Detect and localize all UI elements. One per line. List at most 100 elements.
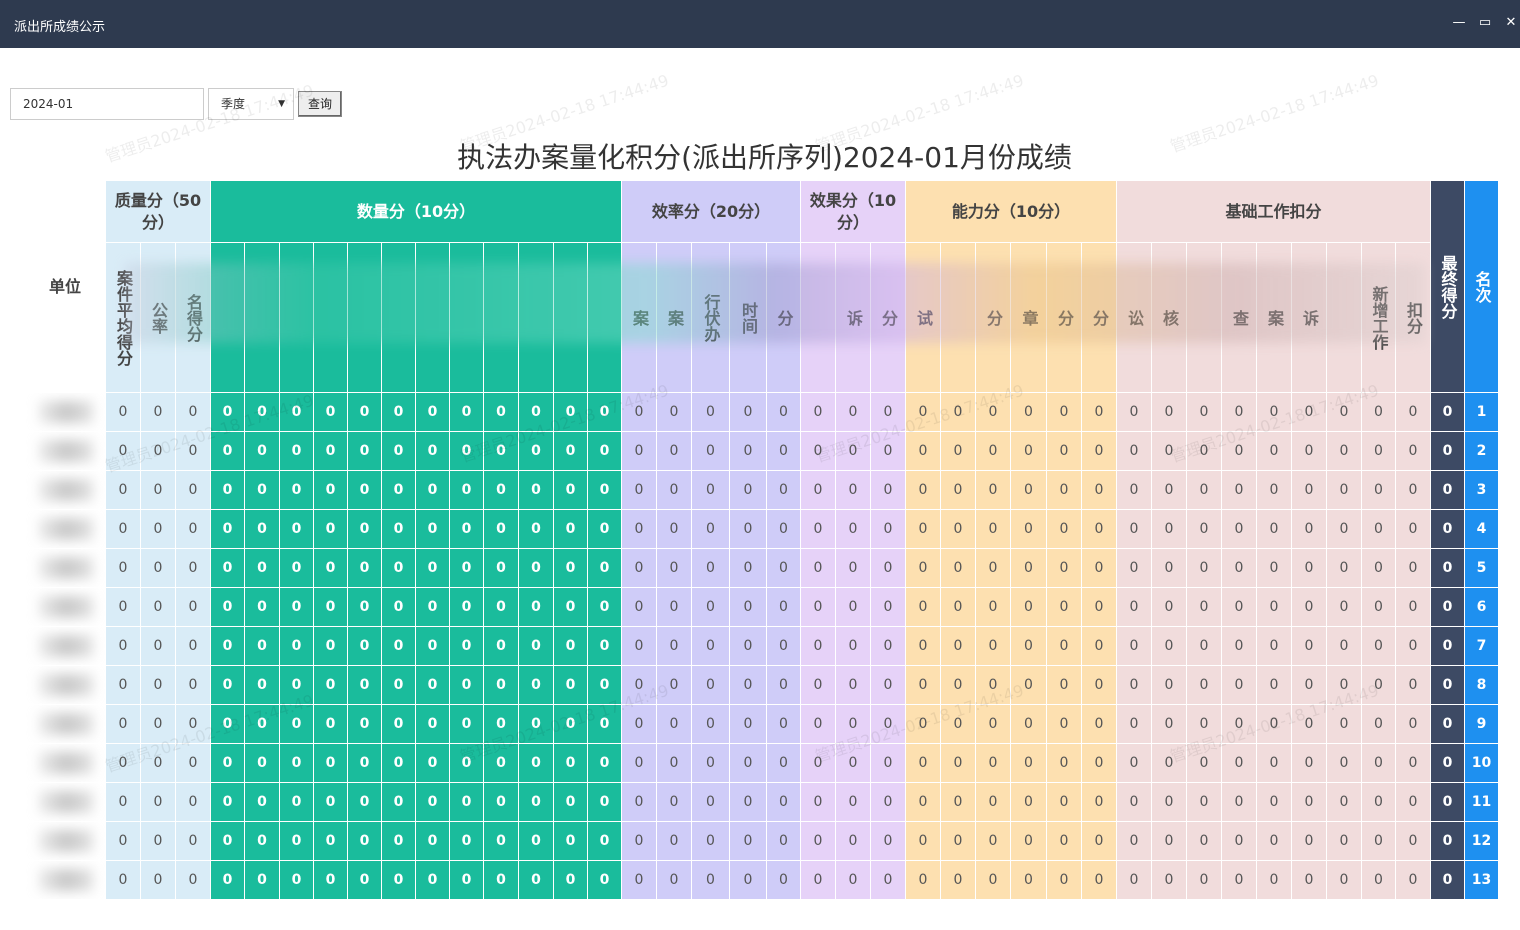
cell-efficiency: 0: [657, 666, 692, 705]
cell-efficiency: 0: [730, 549, 767, 588]
cell-basic: 0: [1292, 471, 1327, 510]
cell-quantity: 0: [245, 666, 280, 705]
cell-ability: 0: [1082, 393, 1117, 432]
cell-quantity: 0: [280, 822, 314, 861]
cell-effect: 0: [801, 822, 836, 861]
cell-quantity: 0: [211, 471, 245, 510]
cell-ability: 0: [941, 666, 976, 705]
cell-basic: 0: [1152, 432, 1187, 471]
subheader-ability-4: 章: [1011, 243, 1047, 393]
subheader-basic-3: [1187, 243, 1222, 393]
cell-basic: 0: [1257, 861, 1292, 900]
close-icon[interactable]: ✕: [1502, 14, 1520, 32]
period-select[interactable]: 季度 ▼: [208, 88, 294, 120]
cell-efficiency: 0: [730, 744, 767, 783]
cell-basic: 0: [1117, 783, 1152, 822]
cell-ability: 0: [1011, 744, 1047, 783]
cell-efficiency: 0: [657, 783, 692, 822]
cell-quality: 0: [176, 783, 211, 822]
cell-quantity: 0: [554, 705, 588, 744]
cell-quality: 0: [141, 861, 176, 900]
subheader-basic-7: [1327, 243, 1362, 393]
redacted-unit-name: [39, 596, 93, 618]
cell-ability: 0: [906, 471, 941, 510]
query-button[interactable]: 查询: [298, 91, 342, 117]
cell-quantity: 0: [450, 627, 484, 666]
cell-efficiency: 0: [622, 822, 657, 861]
subheader-quantity-11: [554, 243, 588, 393]
cell-efficiency: 0: [622, 627, 657, 666]
cell-basic: 0: [1362, 393, 1396, 432]
cell-basic: 0: [1222, 822, 1257, 861]
cell-basic: 0: [1187, 432, 1222, 471]
cell-efficiency: 0: [622, 666, 657, 705]
cell-quality: 0: [176, 666, 211, 705]
cell-quantity: 0: [245, 627, 280, 666]
cell-effect: 0: [801, 783, 836, 822]
unit-name-cell: [25, 705, 106, 744]
cell-efficiency: 0: [622, 471, 657, 510]
cell-quantity: 0: [416, 588, 450, 627]
cell-quantity: 0: [314, 705, 348, 744]
cell-ability: 0: [1082, 783, 1117, 822]
cell-basic: 0: [1222, 744, 1257, 783]
cell-quantity: 0: [554, 510, 588, 549]
cell-efficiency: 0: [692, 588, 730, 627]
redacted-unit-name: [39, 401, 93, 423]
cell-quantity: 0: [348, 627, 382, 666]
cell-basic: 0: [1396, 822, 1431, 861]
cell-efficiency: 0: [622, 549, 657, 588]
cell-basic: 0: [1222, 471, 1257, 510]
cell-quantity: 0: [245, 471, 280, 510]
cell-basic: 0: [1257, 471, 1292, 510]
cell-quantity: 0: [348, 510, 382, 549]
unit-name-cell: [25, 588, 106, 627]
rank-cell: 3: [1465, 471, 1499, 510]
cell-basic: 0: [1396, 549, 1431, 588]
cell-ability: 0: [1011, 510, 1047, 549]
cell-effect: 0: [871, 783, 906, 822]
window-titlebar: 派出所成绩公示 — ▭ ✕: [0, 0, 1520, 48]
cell-effect: 0: [871, 822, 906, 861]
cell-quantity: 0: [382, 549, 416, 588]
header-efficiency: 效率分（20分）: [622, 181, 801, 243]
minimize-icon[interactable]: —: [1450, 14, 1468, 32]
cell-efficiency: 0: [657, 432, 692, 471]
cell-basic: 0: [1152, 588, 1187, 627]
cell-basic: 0: [1117, 510, 1152, 549]
subheader-quality-3: 名得分: [176, 243, 211, 393]
cell-quantity: 0: [519, 822, 554, 861]
cell-quantity: 0: [245, 822, 280, 861]
cell-basic: 0: [1292, 822, 1327, 861]
cell-quantity: 0: [245, 744, 280, 783]
cell-quantity: 0: [280, 510, 314, 549]
subheader-quantity-9: [484, 243, 519, 393]
cell-efficiency: 0: [692, 393, 730, 432]
cell-basic: 0: [1187, 822, 1222, 861]
cell-quantity: 0: [314, 588, 348, 627]
cell-efficiency: 0: [767, 744, 801, 783]
rank-cell: 12: [1465, 822, 1499, 861]
cell-ability: 0: [1082, 822, 1117, 861]
cell-efficiency: 0: [622, 783, 657, 822]
unit-name-cell: [25, 471, 106, 510]
cell-ability: 0: [1082, 588, 1117, 627]
cell-ability: 0: [1011, 705, 1047, 744]
cell-basic: 0: [1117, 861, 1152, 900]
cell-basic: 0: [1257, 783, 1292, 822]
cell-basic: 0: [1257, 822, 1292, 861]
cell-quality: 0: [106, 393, 141, 432]
date-input[interactable]: [10, 88, 204, 120]
cell-quantity: 0: [554, 822, 588, 861]
cell-ability: 0: [941, 783, 976, 822]
cell-basic: 0: [1187, 783, 1222, 822]
cell-quantity: 0: [588, 393, 622, 432]
unit-name-cell: [25, 549, 106, 588]
subheader-quantity-5: [348, 243, 382, 393]
cell-quality: 0: [106, 783, 141, 822]
final-score-cell: 0: [1431, 666, 1465, 705]
cell-basic: 0: [1396, 588, 1431, 627]
unit-name-cell: [25, 510, 106, 549]
cell-quantity: 0: [245, 861, 280, 900]
restore-icon[interactable]: ▭: [1476, 14, 1494, 32]
